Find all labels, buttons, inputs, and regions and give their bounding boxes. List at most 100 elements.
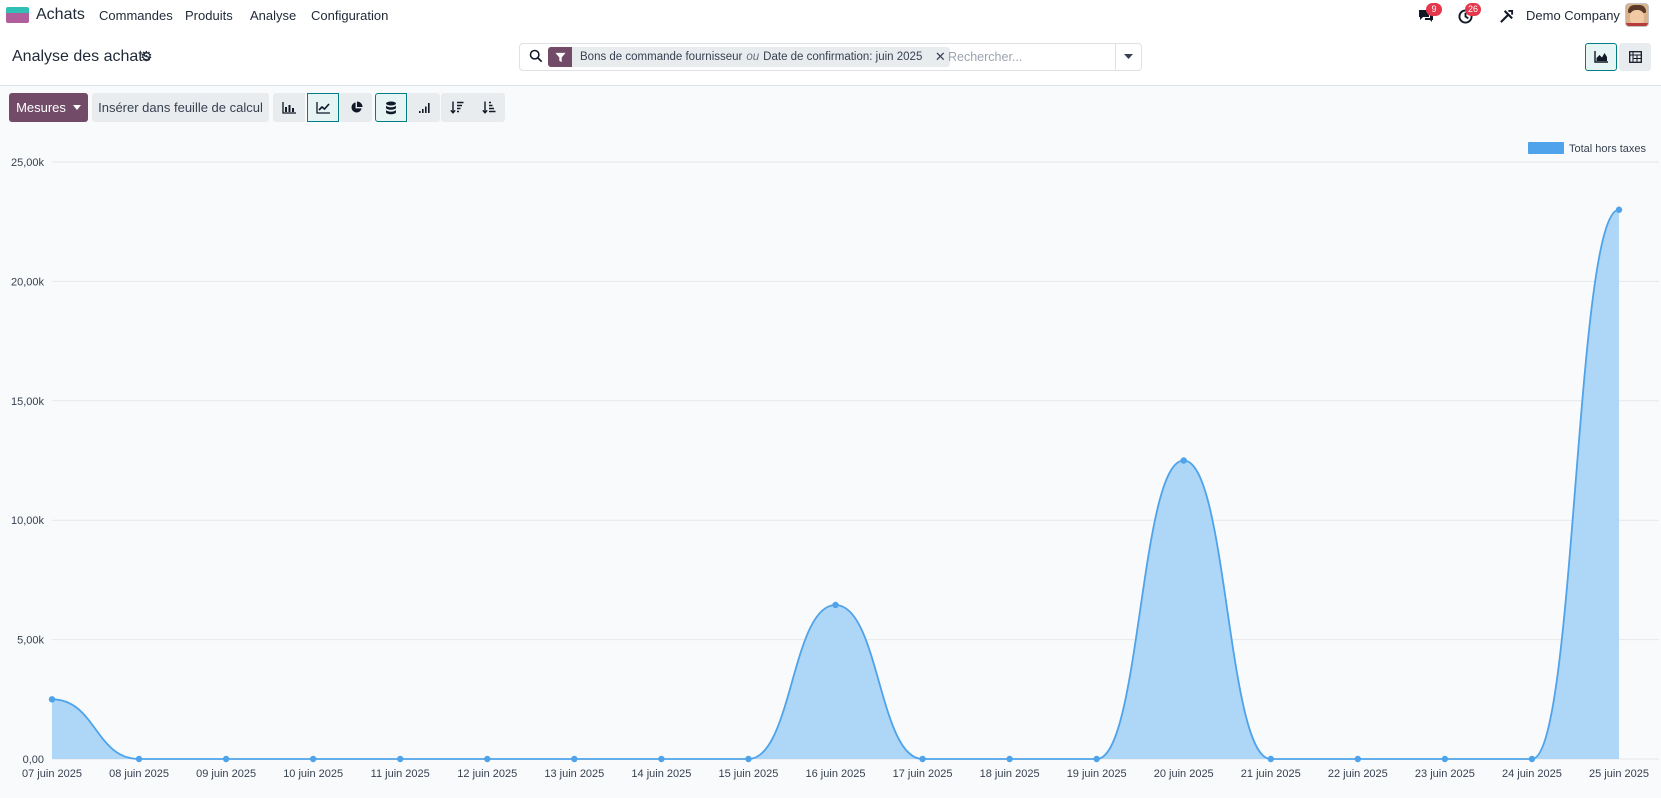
x-tick-label: 23 juin 2025 [1415,768,1475,780]
graph-area: 0,00 5,00k 10,00k 15,00k 20,00k 25,00k 07 juin… [0,130,1661,798]
x-tick-label: 21 juin 2025 [1241,768,1301,780]
stacked-toggle-button[interactable] [375,93,407,122]
x-tick-label: 25 juin 2025 [1589,768,1649,780]
sort-ascending-button[interactable] [473,93,505,122]
pie-chart-button[interactable] [340,93,372,122]
app-name[interactable]: Achats [36,6,85,24]
line-chart-icon [316,101,330,114]
data-point [1006,755,1013,763]
search-options-toggle[interactable] [1115,44,1141,70]
measures-dropdown-button[interactable]: Mesures [9,93,88,122]
page-title: Analyse des achats [12,48,151,65]
app-menu-icon[interactable] [6,7,29,23]
top-navbar: Achats Commandes Produits Analyse Config… [0,0,1661,31]
bar-chart-icon [282,101,296,114]
y-tick-label: 0,00 [23,754,44,766]
series-area [52,209,1619,759]
x-tick-label: 17 juin 2025 [893,768,953,780]
data-point [48,696,56,703]
bar-chart-button[interactable] [273,93,305,122]
data-point [658,755,665,763]
cumulative-toggle-button[interactable] [408,93,440,122]
data-point [1180,457,1187,464]
data-point [222,755,230,763]
filter-icon [548,47,572,67]
filter-facet-text: Bons de commande fournisseur ou Date de co… [572,47,930,67]
area-chart-icon [1594,51,1608,63]
menu-produits[interactable]: Produits [185,8,233,23]
y-tick-label: 5,00k [17,635,44,647]
insert-spreadsheet-label: Insérer dans feuille de calcul [98,100,263,115]
legend-swatch [1528,142,1564,154]
data-point [1528,755,1536,763]
data-point [832,601,839,609]
x-tick-label: 16 juin 2025 [806,768,866,780]
graph-view-button[interactable] [1585,43,1617,71]
x-tick-label: 22 juin 2025 [1328,768,1388,780]
x-tick-label: 13 juin 2025 [544,768,604,780]
company-switcher[interactable]: Demo Company [1526,8,1620,23]
menu-analyse[interactable]: Analyse [250,8,296,23]
data-point [135,755,143,763]
y-tick-label: 25,00k [11,157,45,169]
data-point [1441,755,1449,763]
x-tick-label: 15 juin 2025 [718,768,778,780]
sort-descending-icon [450,101,464,114]
data-point [1093,755,1100,763]
facet-value-date: Date de confirmation: juin 2025 [763,51,923,63]
messages-button[interactable]: 9 [1416,3,1442,26]
x-tick-label: 12 juin 2025 [457,768,517,780]
x-tick-label: 24 juin 2025 [1502,768,1562,780]
menu-configuration[interactable]: Configuration [311,8,388,23]
area-chart: 0,00 5,00k 10,00k 15,00k 20,00k 25,00k 07 juin… [11,142,1659,780]
x-tick-label: 09 juin 2025 [196,768,256,780]
data-point [1615,206,1623,213]
line-chart-button[interactable] [307,93,339,122]
data-point [1267,755,1274,763]
legend-label: Total hors taxes [1569,143,1647,155]
search-bar: Bons de commande fournisseur ou Date de co… [519,43,1142,71]
x-tick-label: 08 juin 2025 [109,768,169,780]
database-stack-icon [386,101,396,114]
data-point [397,755,404,763]
x-tick-label: 19 juin 2025 [1067,768,1127,780]
search-input[interactable] [948,48,1108,66]
activities-button[interactable]: 26 [1455,3,1482,26]
facet-separator: ou [746,51,760,63]
caret-down-icon [1124,54,1133,59]
y-tick-label: 15,00k [11,396,45,408]
user-avatar[interactable] [1625,3,1649,27]
control-panel: Analyse des achats ⚙ Bons de commande fo… [0,31,1661,86]
signal-bars-icon [418,103,430,113]
x-tick-label: 14 juin 2025 [631,768,691,780]
facet-value-orders: Bons de commande fournisseur [580,51,743,63]
data-point [484,755,491,763]
x-tick-label: 18 juin 2025 [980,768,1040,780]
tools-icon [1499,9,1513,23]
gear-icon[interactable]: ⚙ [140,48,153,65]
x-tick-label: 20 juin 2025 [1154,768,1214,780]
data-point [571,755,578,763]
caret-down-icon [72,105,81,110]
insert-spreadsheet-button[interactable]: Insérer dans feuille de calcul [92,93,269,122]
sort-ascending-icon [482,101,496,114]
menu-commandes[interactable]: Commandes [99,8,173,23]
y-tick-label: 10,00k [11,515,45,527]
pie-chart-icon [350,101,363,113]
filter-facet: Bons de commande fournisseur ou Date de co… [548,47,951,67]
sort-descending-button[interactable] [441,93,473,122]
x-tick-label: 11 juin 2025 [371,768,430,780]
data-point [1354,755,1362,763]
activities-count-badge: 26 [1465,3,1482,16]
data-point [309,755,317,763]
messages-count-badge: 9 [1426,3,1442,16]
x-tick-label: 10 juin 2025 [283,768,343,780]
data-point [919,755,926,763]
search-icon[interactable] [529,49,543,63]
y-tick-label: 20,00k [11,276,45,288]
x-tick-label: 07 juin 2025 [22,768,82,780]
data-point [745,755,752,763]
pivot-table-icon [1628,51,1642,63]
pivot-view-button[interactable] [1619,43,1651,71]
debug-tools-button[interactable] [1496,6,1516,26]
